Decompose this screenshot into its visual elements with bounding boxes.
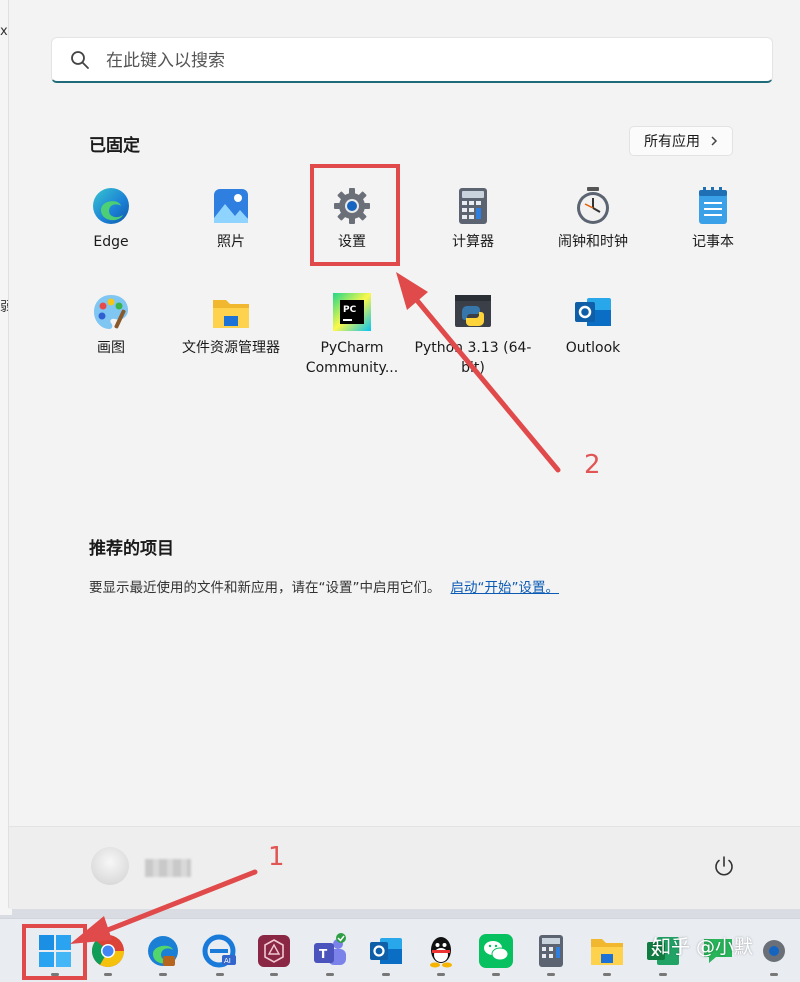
folder-icon	[213, 300, 249, 328]
taskbar-app[interactable]	[90, 933, 126, 976]
paint-palette-icon	[94, 295, 128, 329]
taskbar-app[interactable]: T	[312, 933, 348, 976]
username-blurred[interactable]	[145, 859, 191, 877]
taskbar-app[interactable]	[478, 933, 514, 976]
python-icon	[455, 295, 491, 327]
running-indicator	[547, 973, 555, 976]
recommended-message-row: 要显示最近使用的文件和新应用，请在“设置”中启用它们。 启动“开始”设置。	[89, 576, 559, 596]
pinned-app-calculator[interactable]: 计算器	[413, 186, 533, 286]
ie-edge-ai-icon: AI	[202, 934, 236, 968]
taskbar-app[interactable]	[533, 933, 569, 976]
pinned-app-edge[interactable]: Edge	[51, 186, 171, 286]
running-indicator	[326, 973, 334, 976]
taskbar-app[interactable]: AI	[202, 933, 238, 976]
all-apps-button[interactable]: 所有应用	[629, 126, 733, 156]
taskbar-app[interactable]	[423, 933, 459, 976]
running-indicator	[159, 973, 167, 976]
app-label: 照片	[217, 234, 245, 250]
watermark: 知乎 @小默	[652, 936, 754, 958]
svg-text:AI: AI	[224, 957, 231, 965]
all-apps-label: 所有应用	[644, 134, 700, 150]
app-label: 闹钟和时钟	[558, 234, 628, 250]
chrome-icon	[92, 935, 124, 967]
app-label: 记事本	[692, 234, 734, 250]
app-label: 画图	[97, 340, 125, 356]
outlook-icon	[575, 298, 611, 326]
taskbar-app[interactable]	[756, 933, 792, 976]
edge-icon	[93, 188, 129, 224]
teams-icon: T	[314, 933, 346, 965]
wechat-icon	[479, 934, 513, 968]
running-indicator	[216, 973, 224, 976]
settings-highlight-box	[310, 164, 400, 266]
start-button-highlight-box	[22, 924, 87, 980]
clock-icon	[577, 187, 609, 224]
calculator-icon	[539, 935, 563, 967]
power-icon[interactable]	[712, 854, 736, 878]
search-box[interactable]	[51, 37, 773, 83]
folder-icon	[591, 939, 623, 965]
pinned-app-outlook[interactable]: Outlook	[533, 292, 653, 392]
taskbar-app[interactable]	[368, 933, 404, 976]
background-fragment: x	[0, 24, 8, 39]
running-indicator	[770, 973, 778, 976]
qq-icon	[430, 937, 452, 968]
settings-icon	[763, 940, 785, 962]
pinned-app-notepad[interactable]: 记事本	[653, 186, 773, 286]
pinned-section-title: 已固定	[89, 136, 140, 156]
chevron-right-icon	[711, 136, 718, 146]
app-label: PyCharm Community...	[292, 338, 412, 378]
app-hexagon-icon	[258, 935, 290, 967]
pinned-app-python[interactable]: Python 3.13 (64- bit)	[413, 292, 533, 392]
app-label: 文件资源管理器	[182, 340, 280, 356]
pinned-app-alarms-clock[interactable]: 闹钟和时钟	[533, 186, 653, 286]
recommended-message: 要显示最近使用的文件和新应用，请在“设置”中启用它们。	[89, 580, 441, 596]
running-indicator	[492, 973, 500, 976]
start-menu-footer	[9, 826, 800, 909]
app-label-line: bit)	[461, 360, 485, 376]
running-indicator	[104, 973, 112, 976]
app-label: 计算器	[452, 234, 494, 250]
start-settings-link[interactable]: 启动“开始”设置。	[451, 580, 560, 596]
avatar[interactable]	[91, 847, 129, 885]
pinned-app-paint[interactable]: 画图	[51, 292, 171, 392]
taskbar-app[interactable]	[256, 933, 292, 976]
search-icon	[71, 51, 89, 69]
photos-icon	[214, 189, 248, 223]
annotation-number-2: 2	[584, 450, 601, 480]
taskbar-app[interactable]	[145, 933, 181, 976]
running-indicator	[437, 973, 445, 976]
app-label-line: Python 3.13 (64-	[414, 340, 532, 356]
app-label-line: PyCharm	[320, 340, 384, 356]
running-indicator	[603, 973, 611, 976]
pycharm-icon: PC	[333, 293, 371, 331]
pinned-app-pycharm[interactable]: PC PyCharm Community...	[292, 292, 412, 392]
running-indicator	[382, 973, 390, 976]
annotation-number-1: 1	[268, 842, 285, 872]
running-indicator	[659, 973, 667, 976]
start-menu: 已固定 所有应用 Edge 照片	[8, 0, 800, 909]
app-label: Python 3.13 (64- bit)	[413, 338, 533, 378]
notepad-icon	[699, 187, 727, 224]
svg-text:PC: PC	[343, 305, 357, 315]
app-label-line: Community...	[305, 360, 399, 376]
taskbar-app[interactable]	[589, 933, 625, 976]
svg-text:T: T	[319, 947, 328, 961]
pinned-app-file-explorer[interactable]: 文件资源管理器	[171, 292, 291, 392]
edge-icon	[148, 936, 178, 966]
search-input[interactable]	[104, 47, 748, 75]
pinned-app-photos[interactable]: 照片	[171, 186, 291, 286]
recommended-section-title: 推荐的项目	[89, 539, 174, 559]
running-indicator	[270, 973, 278, 976]
app-label: Edge	[93, 234, 129, 250]
outlook-icon	[370, 938, 402, 964]
app-label: Outlook	[565, 340, 621, 356]
calculator-icon	[459, 188, 487, 224]
